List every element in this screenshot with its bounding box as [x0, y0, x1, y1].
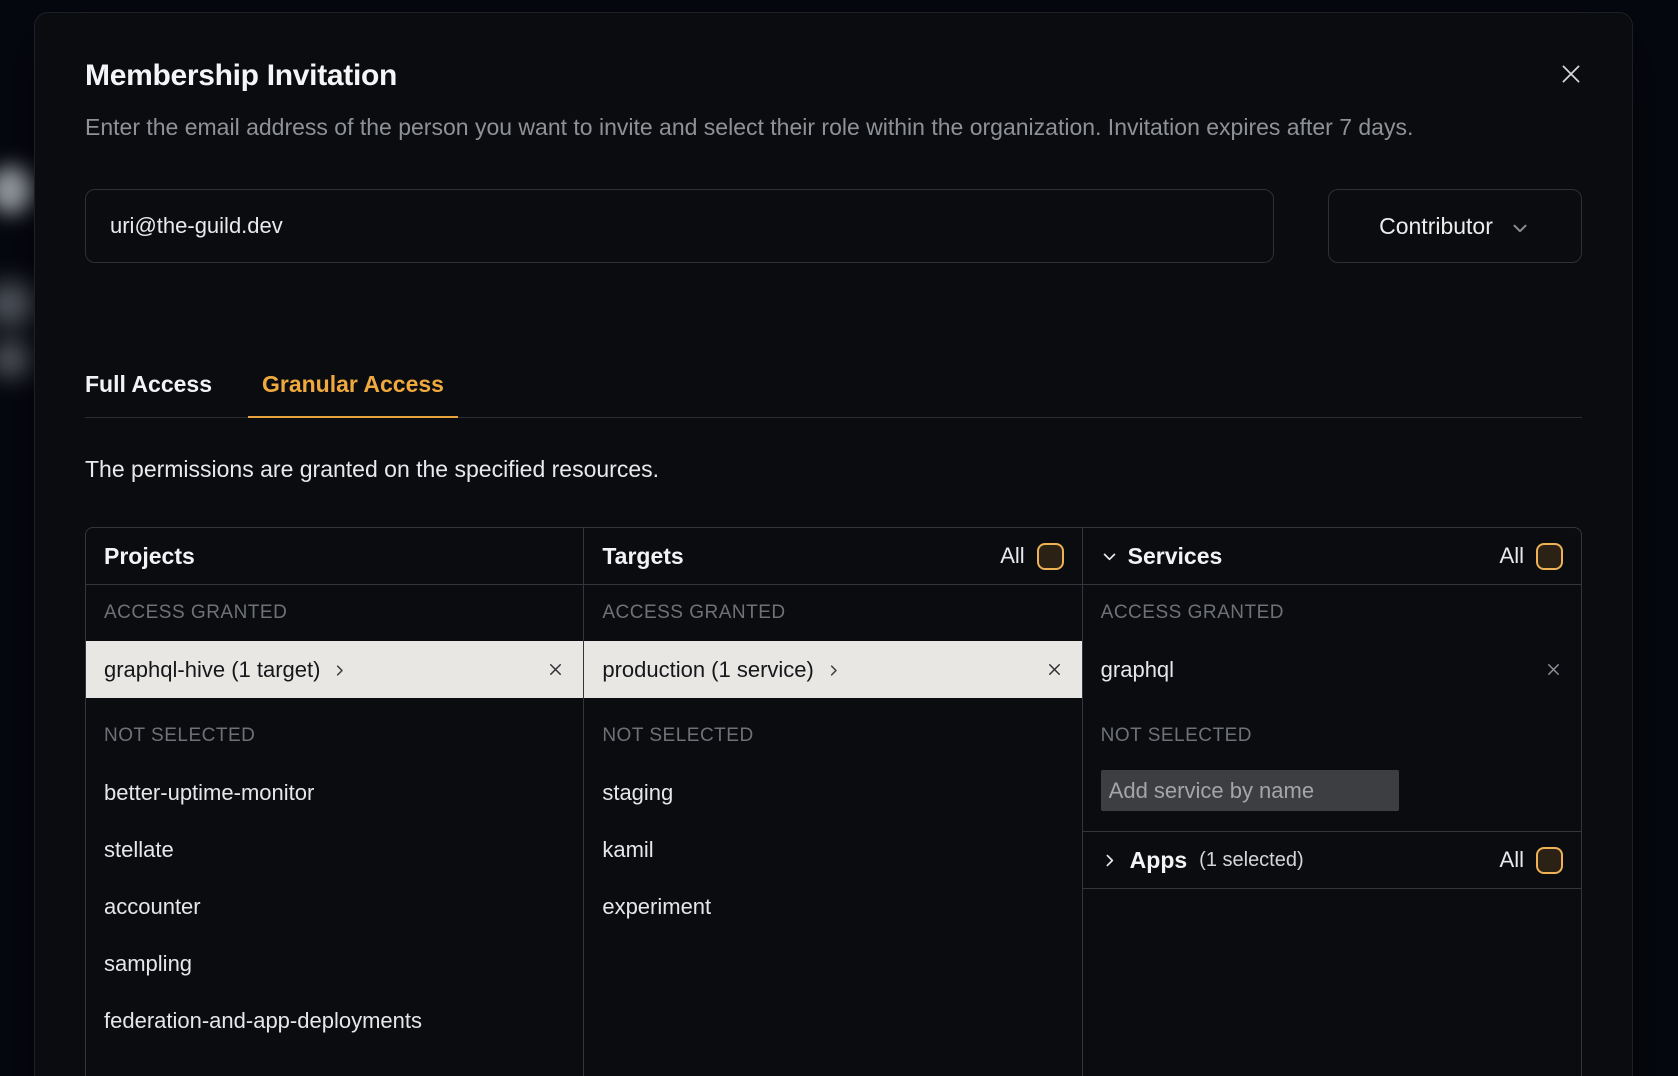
- target-row[interactable]: experiment: [584, 878, 1081, 935]
- all-label: All: [1500, 543, 1524, 569]
- close-icon: [1558, 61, 1584, 87]
- targets-header: Targets All: [584, 528, 1081, 585]
- project-row-selected[interactable]: graphql-hive (1 target): [86, 641, 583, 698]
- apps-title: Apps: [1130, 847, 1188, 874]
- target-name: production (1 service): [602, 657, 814, 683]
- remove-project-button[interactable]: [546, 660, 565, 679]
- access-granted-label: ACCESS GRANTED: [86, 585, 583, 641]
- not-selected-label: NOT SELECTED: [86, 708, 583, 764]
- project-row[interactable]: accounter: [86, 878, 583, 935]
- target-row[interactable]: kamil: [584, 821, 1081, 878]
- service-name: graphql: [1101, 657, 1174, 683]
- targets-select-all[interactable]: All: [1000, 543, 1063, 570]
- x-icon: [1544, 660, 1563, 679]
- project-name: sampling: [104, 951, 192, 977]
- background-glow: [0, 282, 36, 326]
- services-select-all[interactable]: All: [1500, 543, 1563, 570]
- remove-service-button[interactable]: [1544, 660, 1563, 679]
- background-glow: [0, 340, 32, 378]
- add-service-input[interactable]: [1101, 770, 1399, 811]
- apps-all-checkbox[interactable]: [1536, 847, 1563, 874]
- close-button[interactable]: [1556, 59, 1586, 89]
- remove-target-button[interactable]: [1045, 660, 1064, 679]
- background-glow: [0, 166, 34, 214]
- project-name: graphql-hive (1 target): [104, 657, 320, 683]
- apps-select-all[interactable]: All: [1500, 847, 1563, 874]
- targets-column: Targets All ACCESS GRANTED production (1…: [584, 528, 1082, 1076]
- role-select[interactable]: Contributor: [1328, 189, 1582, 263]
- access-tabs: Full Access Granular Access: [85, 363, 1582, 418]
- targets-all-checkbox[interactable]: [1037, 543, 1064, 570]
- target-row-selected[interactable]: production (1 service): [584, 641, 1081, 698]
- chevron-right-icon: [332, 663, 347, 678]
- page-title: Membership Invitation: [85, 59, 1582, 93]
- apps-expand-row[interactable]: Apps (1 selected) All: [1083, 831, 1581, 889]
- x-icon: [1045, 660, 1064, 679]
- role-select-value: Contributor: [1379, 213, 1493, 240]
- access-granted-label: ACCESS GRANTED: [1083, 585, 1581, 641]
- apps-selected-count: (1 selected): [1199, 849, 1304, 872]
- services-column: Services All ACCESS GRANTED graphql NOT …: [1083, 528, 1581, 1076]
- targets-title: Targets: [602, 543, 683, 570]
- all-label: All: [1500, 847, 1524, 873]
- target-row[interactable]: staging: [584, 764, 1081, 821]
- email-input[interactable]: [85, 189, 1274, 263]
- permissions-note: The permissions are granted on the speci…: [85, 456, 1582, 483]
- chevron-down-icon: [1101, 548, 1118, 565]
- projects-title: Projects: [104, 543, 195, 570]
- projects-column: Projects ACCESS GRANTED graphql-hive (1 …: [86, 528, 584, 1076]
- all-label: All: [1000, 543, 1024, 569]
- target-name: kamil: [602, 837, 653, 863]
- project-name: federation-and-app-deployments: [104, 1008, 422, 1034]
- project-row[interactable]: better-uptime-monitor: [86, 764, 583, 821]
- project-name: better-uptime-monitor: [104, 780, 314, 806]
- project-name: stellate: [104, 837, 174, 863]
- not-selected-label: NOT SELECTED: [584, 708, 1081, 764]
- membership-invitation-modal: Membership Invitation Enter the email ad…: [34, 12, 1633, 1076]
- project-name: accounter: [104, 894, 201, 920]
- x-icon: [546, 660, 565, 679]
- service-row-granted[interactable]: graphql: [1083, 641, 1581, 698]
- access-granted-label: ACCESS GRANTED: [584, 585, 1081, 641]
- not-selected-label: NOT SELECTED: [1083, 708, 1581, 764]
- services-title: Services: [1128, 543, 1223, 570]
- project-row[interactable]: stellate: [86, 821, 583, 878]
- services-header[interactable]: Services All: [1083, 528, 1581, 585]
- target-name: experiment: [602, 894, 711, 920]
- chevron-right-icon: [826, 663, 841, 678]
- tab-full-access[interactable]: Full Access: [85, 363, 226, 418]
- resources-table: Projects ACCESS GRANTED graphql-hive (1 …: [85, 527, 1582, 1076]
- tab-granular-access[interactable]: Granular Access: [248, 363, 458, 418]
- project-row[interactable]: sampling: [86, 935, 583, 992]
- invite-form-row: Contributor: [85, 189, 1582, 263]
- services-all-checkbox[interactable]: [1536, 543, 1563, 570]
- chevron-down-icon: [1509, 217, 1531, 239]
- target-name: staging: [602, 780, 673, 806]
- projects-header: Projects: [86, 528, 583, 585]
- modal-description: Enter the email address of the person yo…: [85, 109, 1582, 145]
- chevron-right-icon: [1101, 852, 1118, 869]
- project-row[interactable]: federation-and-app-deployments: [86, 992, 583, 1049]
